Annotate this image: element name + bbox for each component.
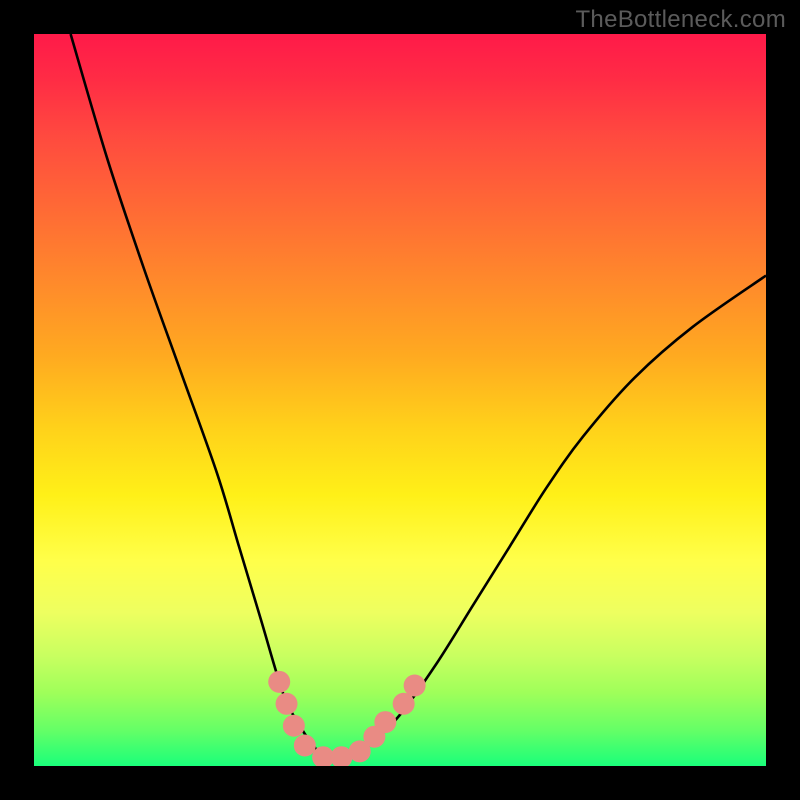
curve-marker (404, 674, 426, 696)
curve-marker (283, 715, 305, 737)
curve-marker (268, 671, 290, 693)
curve-markers (268, 671, 425, 766)
curve-marker (294, 735, 316, 757)
curve-line (71, 34, 766, 761)
chart-frame: TheBottleneck.com (0, 0, 800, 800)
bottleneck-curve (71, 34, 766, 761)
curve-marker (393, 693, 415, 715)
watermark-text: TheBottleneck.com (575, 6, 786, 34)
curve-marker (374, 711, 396, 733)
chart-svg (34, 34, 766, 766)
plot-area (34, 34, 766, 766)
curve-marker (276, 693, 298, 715)
